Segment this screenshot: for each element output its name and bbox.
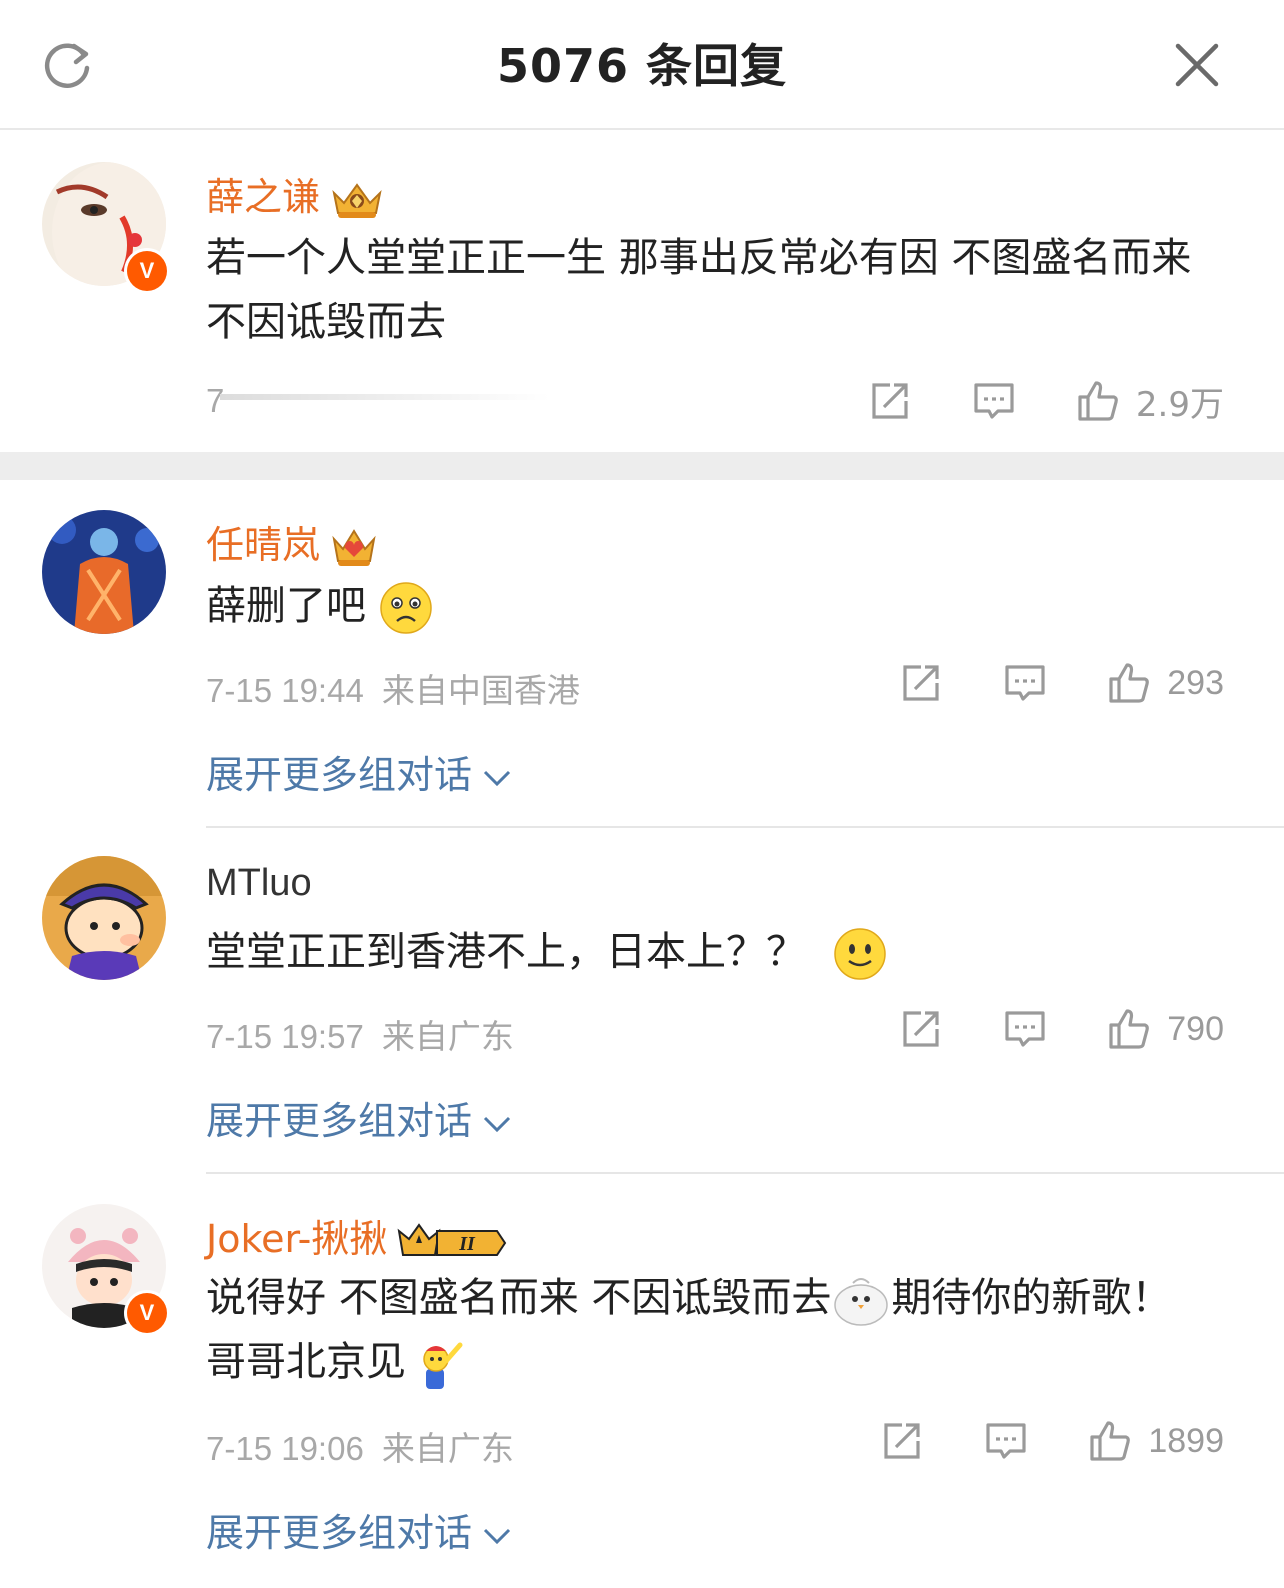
verified-badge: V <box>124 248 170 294</box>
comment-text: 说得好 不图盛名而来 不因诋毁而去 期待你的新歌！哥哥北京见 <box>206 1266 1206 1394</box>
smile-emoji-icon <box>833 928 886 980</box>
comment-time: 7 <box>206 382 225 419</box>
comment-actions: 293 <box>899 658 1224 708</box>
like-icon[interactable] <box>1107 1007 1151 1051</box>
sad-face-emoji-icon <box>379 582 432 634</box>
comment-text-content: 薛删了吧 <box>206 583 366 629</box>
username-text: 任晴岚 <box>206 523 321 567</box>
comment-meta: 7-15 19:57 来自广东 <box>206 1010 514 1058</box>
like-count: 1899 <box>1148 1421 1224 1460</box>
chick-emoji-icon <box>834 1278 889 1326</box>
username[interactable]: Joker-揪揪 II <box>206 1208 509 1263</box>
expand-label: 展开更多组对话 <box>206 1511 473 1555</box>
expand-label: 展开更多组对话 <box>206 753 473 797</box>
comment-time: 7-15 19:06 <box>206 1430 364 1467</box>
comment-actions: 1899 <box>880 1416 1224 1466</box>
avatar[interactable] <box>42 856 166 980</box>
comment-meta: 7-15 19:44 来自中国香港 <box>206 664 580 712</box>
chevron-down-icon <box>483 1528 511 1544</box>
verified-badge: V <box>124 1290 170 1336</box>
avatar[interactable] <box>42 510 166 634</box>
repost-icon[interactable] <box>899 661 943 705</box>
comment-icon[interactable] <box>972 379 1016 423</box>
repost-icon[interactable] <box>899 1007 943 1051</box>
page-title: 5076 条回复 <box>496 39 788 93</box>
comment-location: 来自广东 <box>381 1017 514 1056</box>
username-text: Joker-揪揪 <box>206 1217 388 1261</box>
like-icon[interactable] <box>1107 661 1151 705</box>
username[interactable]: MTluo <box>206 862 312 905</box>
close-icon[interactable] <box>1170 38 1224 92</box>
comment-text: 薛删了吧 <box>206 574 1206 638</box>
chevron-down-icon <box>483 770 511 786</box>
comment-location: 来自广东 <box>381 1429 514 1468</box>
crown-badge-icon <box>332 528 376 566</box>
chevron-down-icon <box>483 1116 511 1132</box>
comment-time: 7-15 19:44 <box>206 672 364 709</box>
username[interactable]: 薛之谦 <box>206 166 384 221</box>
section-separator <box>0 452 1284 480</box>
member-level-text: II <box>459 1233 477 1255</box>
like-count: 790 <box>1167 1009 1224 1048</box>
expand-conversation-link[interactable]: 展开更多组对话 <box>206 1502 512 1557</box>
cheer-emoji-icon <box>423 1342 463 1389</box>
comment-location: 来自中国香港 <box>381 671 580 710</box>
comment-text-content: 堂堂正正到香港不上，日本上？？ <box>206 929 806 975</box>
username-text: 薛之谦 <box>206 175 321 219</box>
comment-text: 堂堂正正到香港不上，日本上？？ <box>206 920 1206 984</box>
comment-icon[interactable] <box>984 1419 1028 1463</box>
divider <box>206 826 1284 828</box>
divider <box>206 1172 1284 1174</box>
comment-meta: 7-15 19:06 来自广东 <box>206 1422 514 1470</box>
comment-time: 7-15 19:57 <box>206 1018 364 1055</box>
comment-icon[interactable] <box>1003 1007 1047 1051</box>
dialog-header: 5076 条回复 <box>0 0 1284 130</box>
like-count: 293 <box>1167 663 1224 702</box>
comment-text: 若一个人堂堂正正一生 那事出反常必有因 不图盛名而来 不因诋毁而去 <box>206 235 1192 345</box>
crown-badge-icon <box>332 182 382 218</box>
vip-member-badge-icon: II <box>397 1223 507 1256</box>
repost-icon[interactable] <box>880 1419 924 1463</box>
comment-actions: 2.9万 <box>868 376 1224 426</box>
comment-actions: 790 <box>899 1004 1224 1054</box>
comment-text-part1: 说得好 不图盛名而来 不因诋毁而去 <box>206 1275 832 1321</box>
comment-icon[interactable] <box>1003 661 1047 705</box>
expand-conversation-link[interactable]: 展开更多组对话 <box>206 1090 512 1145</box>
repost-icon[interactable] <box>868 379 912 423</box>
username[interactable]: 任晴岚 <box>206 514 378 569</box>
expand-label: 展开更多组对话 <box>206 1099 473 1143</box>
expand-conversation-link[interactable]: 展开更多组对话 <box>206 744 512 799</box>
like-count: 2.9万 <box>1135 384 1224 425</box>
like-icon[interactable] <box>1088 1419 1132 1463</box>
loading-placeholder <box>220 394 550 400</box>
like-icon[interactable] <box>1076 379 1120 423</box>
